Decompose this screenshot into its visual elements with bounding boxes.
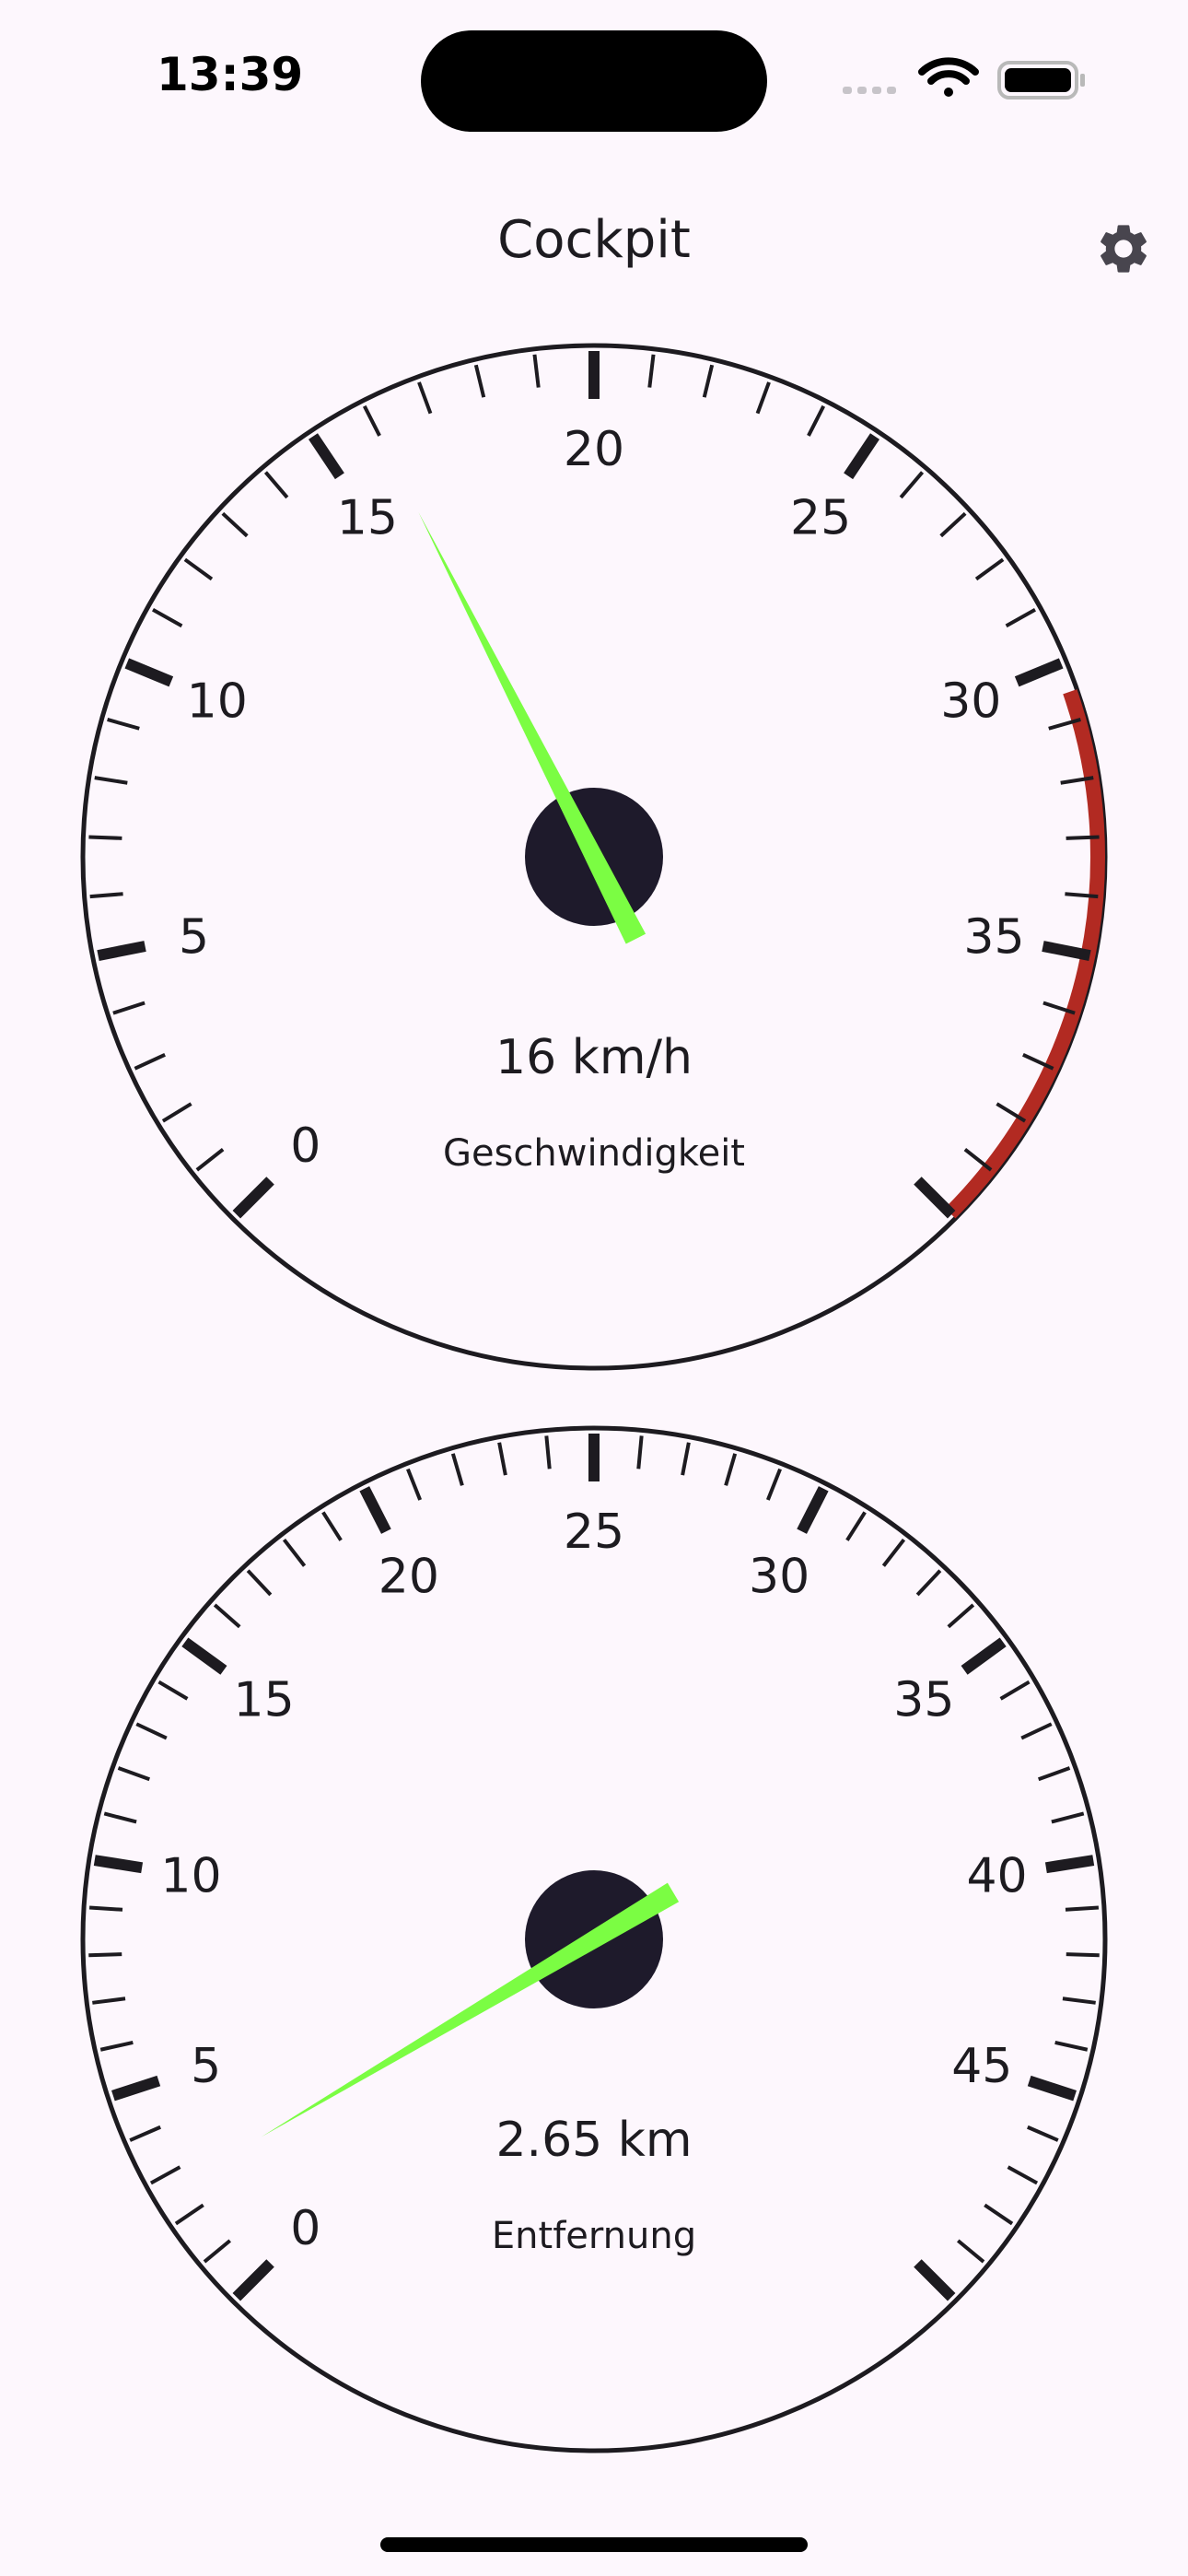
home-indicator — [380, 2537, 808, 2552]
page-title: Cockpit — [497, 210, 691, 270]
signal-icon — [843, 87, 896, 94]
gauge-value-readout: 2.65 km — [495, 2113, 692, 2168]
status-time: 13:39 — [157, 48, 304, 101]
tick-label: 0 — [290, 2201, 320, 2256]
minor-tick — [1066, 1952, 1100, 1958]
tick-label: 40 — [966, 1849, 1027, 1904]
tick-label: 0 — [290, 1118, 320, 1174]
minor-tick — [1065, 1905, 1100, 1912]
tick-label: 30 — [749, 1549, 809, 1604]
tick-label: 10 — [187, 673, 248, 729]
tick-label: 5 — [179, 909, 209, 965]
battery-icon — [997, 61, 1085, 100]
tick-label: 15 — [234, 1673, 295, 1728]
major-tick — [1044, 1855, 1095, 1874]
tick-label: 15 — [337, 491, 398, 546]
dynamic-island — [421, 30, 767, 132]
settings-button[interactable] — [1082, 207, 1165, 290]
gauge-value-readout: 16 km/h — [495, 1030, 693, 1085]
distance-gauge: 0 5 10 15 20 25 30 35 40 45 2.65 km Entfernung — [74, 1419, 1114, 2460]
minor-tick — [88, 1952, 122, 1958]
tick-label: 35 — [963, 909, 1024, 965]
tick-label: 10 — [160, 1849, 221, 1904]
speed-gauge: 0 5 10 15 20 25 30 35 16 km/h Geschwindigkeit — [74, 336, 1114, 1377]
minor-tick — [88, 1905, 123, 1912]
gauge-title: Geschwindigkeit — [443, 1132, 745, 1175]
tick-label: 30 — [940, 673, 1001, 729]
tick-label: 35 — [893, 1673, 954, 1728]
status-bar: 13:39 — [0, 0, 1188, 157]
gear-icon — [1101, 225, 1147, 273]
gauge-title: Entfernung — [492, 2215, 696, 2257]
tick-label: 5 — [191, 2039, 221, 2094]
major-tick — [93, 1855, 144, 1874]
tick-label: 25 — [790, 491, 851, 546]
wifi-icon — [918, 57, 979, 97]
minor-tick — [1065, 892, 1099, 899]
tick-label: 25 — [564, 1505, 624, 1560]
minor-tick — [89, 892, 123, 899]
tick-label: 45 — [951, 2039, 1012, 2094]
app-bar: Cockpit — [0, 184, 1188, 304]
tick-label: 20 — [379, 1549, 439, 1604]
status-icons — [833, 55, 1091, 101]
tick-label: 20 — [564, 422, 624, 477]
